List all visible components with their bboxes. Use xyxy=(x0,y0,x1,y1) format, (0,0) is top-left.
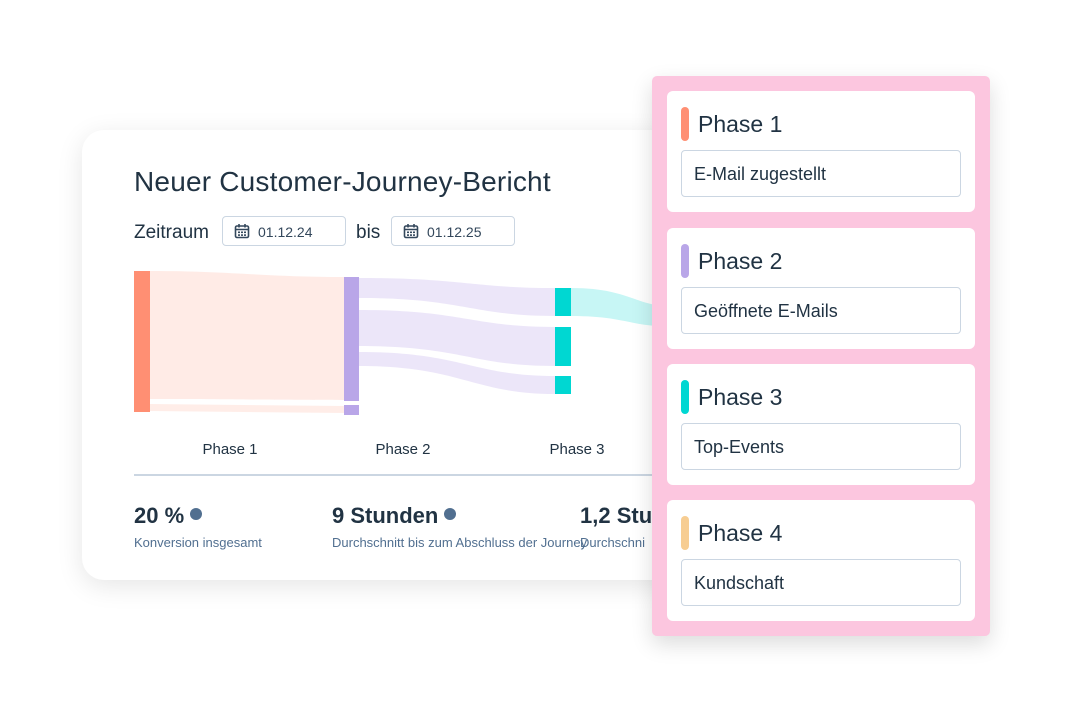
journey-report-card: Neuer Customer-Journey-Bericht Zeitraum … xyxy=(82,130,722,580)
divider xyxy=(134,474,722,476)
phase2-node xyxy=(344,277,359,401)
sankey-phase-label: Phase 1 xyxy=(202,441,258,458)
phase-title: Phase 4 xyxy=(698,520,783,546)
sankey-phase-label: Phase 3 xyxy=(549,441,605,458)
phase-color-bar xyxy=(681,244,689,278)
phase-card-4: Phase 4 Kundschaft xyxy=(667,500,975,621)
phase-card-2: Phase 2 Geöffnete E-Mails xyxy=(667,228,975,349)
phase2-dropoff-node xyxy=(344,405,359,415)
flow-phase2-to-phase3-top xyxy=(359,278,555,316)
phase-title: Phase 2 xyxy=(698,248,783,274)
phase-color-bar xyxy=(681,380,689,414)
flow-phase1-dropoff xyxy=(150,404,344,413)
stat-value: 20 % xyxy=(134,503,185,528)
info-dot-icon[interactable] xyxy=(190,508,203,520)
sankey-phase-label: Phase 2 xyxy=(375,441,431,458)
phase-1-field[interactable]: E-Mail zugestellt xyxy=(681,150,961,197)
stat-value: 9 Stunden xyxy=(332,503,439,528)
phase3-node-bottom xyxy=(555,376,571,394)
phase-card-3: Phase 3 Top-Events xyxy=(667,364,975,485)
stat-third: 1,2 Stu Durchschni xyxy=(580,503,653,550)
stat-average-time: 9 Stunden Durchschnitt bis zum Abschluss… xyxy=(332,503,587,550)
info-dot-icon[interactable] xyxy=(444,508,457,520)
phase-color-bar xyxy=(681,107,689,141)
phase-2-field[interactable]: Geöffnete E-Mails xyxy=(681,287,961,334)
phase-card-1: Phase 1 E-Mail zugestellt xyxy=(667,91,975,212)
flow-phase3-to-phase4 xyxy=(571,288,662,326)
stat-caption: Durchschni xyxy=(580,535,646,550)
stat-caption: Konversion insgesamt xyxy=(134,535,262,550)
phase3-node-top xyxy=(555,288,571,316)
stat-conversion: 20 % Konversion insgesamt xyxy=(134,503,262,550)
phase3-node-middle xyxy=(555,327,571,366)
phase-title: Phase 1 xyxy=(698,111,783,137)
phase1-node xyxy=(134,271,150,412)
journey-sankey-diagram xyxy=(134,271,662,415)
phase-panel: Phase 1 E-Mail zugestellt Phase 2 Geöffn… xyxy=(652,76,990,636)
phase-3-field[interactable]: Top-Events xyxy=(681,423,961,470)
phase-color-bar xyxy=(681,516,689,550)
phase-4-field[interactable]: Kundschaft xyxy=(681,559,961,606)
phase-title: Phase 3 xyxy=(698,384,783,410)
flow-phase1-to-phase2 xyxy=(150,271,344,400)
stat-value: 1,2 Stu xyxy=(580,503,653,528)
stat-caption: Durchschnitt bis zum Abschluss der Journ… xyxy=(332,535,588,550)
